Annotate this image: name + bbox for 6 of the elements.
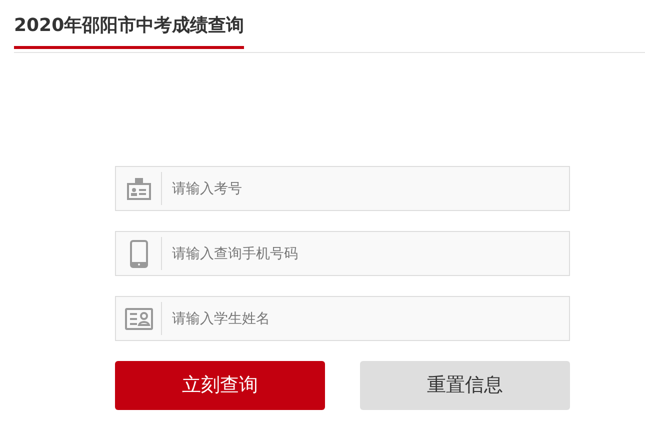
badge-icon (126, 176, 152, 200)
page-title: 2020年邵阳市中考成绩查询 (14, 0, 244, 49)
id-card-icon (124, 308, 152, 330)
phone-icon (130, 240, 148, 268)
reset-button[interactable]: 重置信息 (360, 361, 570, 410)
query-button[interactable]: 立刻查询 (115, 361, 325, 410)
